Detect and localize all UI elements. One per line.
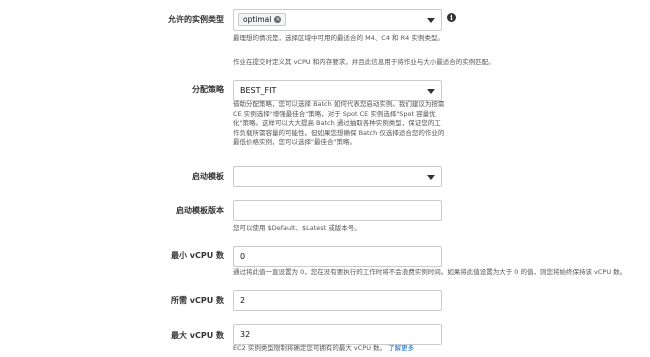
caret-down-icon <box>427 175 435 180</box>
instance-types-label: 允许的实例类型 <box>168 15 224 24</box>
desired-vcpu-value: 2 <box>240 296 246 305</box>
launch-template-label: 启动模板 <box>192 172 224 181</box>
instance-types-select[interactable]: optimal × <box>233 9 442 31</box>
max-vcpu-input[interactable]: 32 <box>233 324 442 345</box>
caret-down-icon <box>427 18 435 23</box>
max-vcpu-value: 32 <box>240 330 251 339</box>
info-circle-icon[interactable]: i <box>447 13 456 22</box>
min-vcpu-input[interactable]: 0 <box>233 246 442 267</box>
desired-vcpu-label: 所需 vCPU 数 <box>170 296 224 305</box>
max-vcpu-help: EC2 实例类型限制将确定您可拥有的最大 vCPU 数。 了解更多 <box>233 344 643 354</box>
launch-template-version-label: 启动模板版本 <box>176 206 224 215</box>
min-vcpu-help: 通过将此值一直设置为 0，您在没有要执行的工作时将不会浪费实例时间。如果将此值设… <box>233 268 627 276</box>
learn-more-link[interactable]: 了解更多 <box>388 344 414 352</box>
x-circle-icon[interactable]: × <box>274 16 282 23</box>
desired-vcpu-input[interactable]: 2 <box>233 290 442 311</box>
launch-template-select[interactable] <box>233 166 442 187</box>
launch-template-version-input[interactable] <box>233 200 442 221</box>
min-vcpu-label: 最小 vCPU 数 <box>170 251 224 260</box>
instance-types-help: 最理想的情况是，选择区域中可用的最适合的 M4、C4 和 R4 实例类型。 <box>233 34 444 42</box>
caret-down-icon <box>427 89 435 94</box>
allocation-strategy-value: BEST_FIT <box>240 86 277 95</box>
launch-template-version-help: 您可以使用 $Default、$Latest 或版本号。 <box>233 224 361 232</box>
token-label: optimal <box>243 15 272 24</box>
allocation-strategy-select[interactable]: BEST_FIT <box>233 80 442 101</box>
allocation-strategy-help: 借助分配策略，您可以选择 Batch 如何代表您启动实例。我们建议为按需 CE … <box>233 100 445 147</box>
instance-types-help-2: 作业在提交时定义其 vCPU 和内存要求，并且此信息用于将作业与大小最适合的实例… <box>233 58 495 66</box>
min-vcpu-value: 0 <box>240 252 246 261</box>
max-vcpu-label: 最大 vCPU 数 <box>170 331 224 340</box>
optimal-token: optimal × <box>238 13 287 26</box>
max-vcpu-help-text: EC2 实例类型限制将确定您可拥有的最大 vCPU 数。 <box>233 344 387 352</box>
allocation-strategy-label: 分配策略 <box>192 85 224 94</box>
